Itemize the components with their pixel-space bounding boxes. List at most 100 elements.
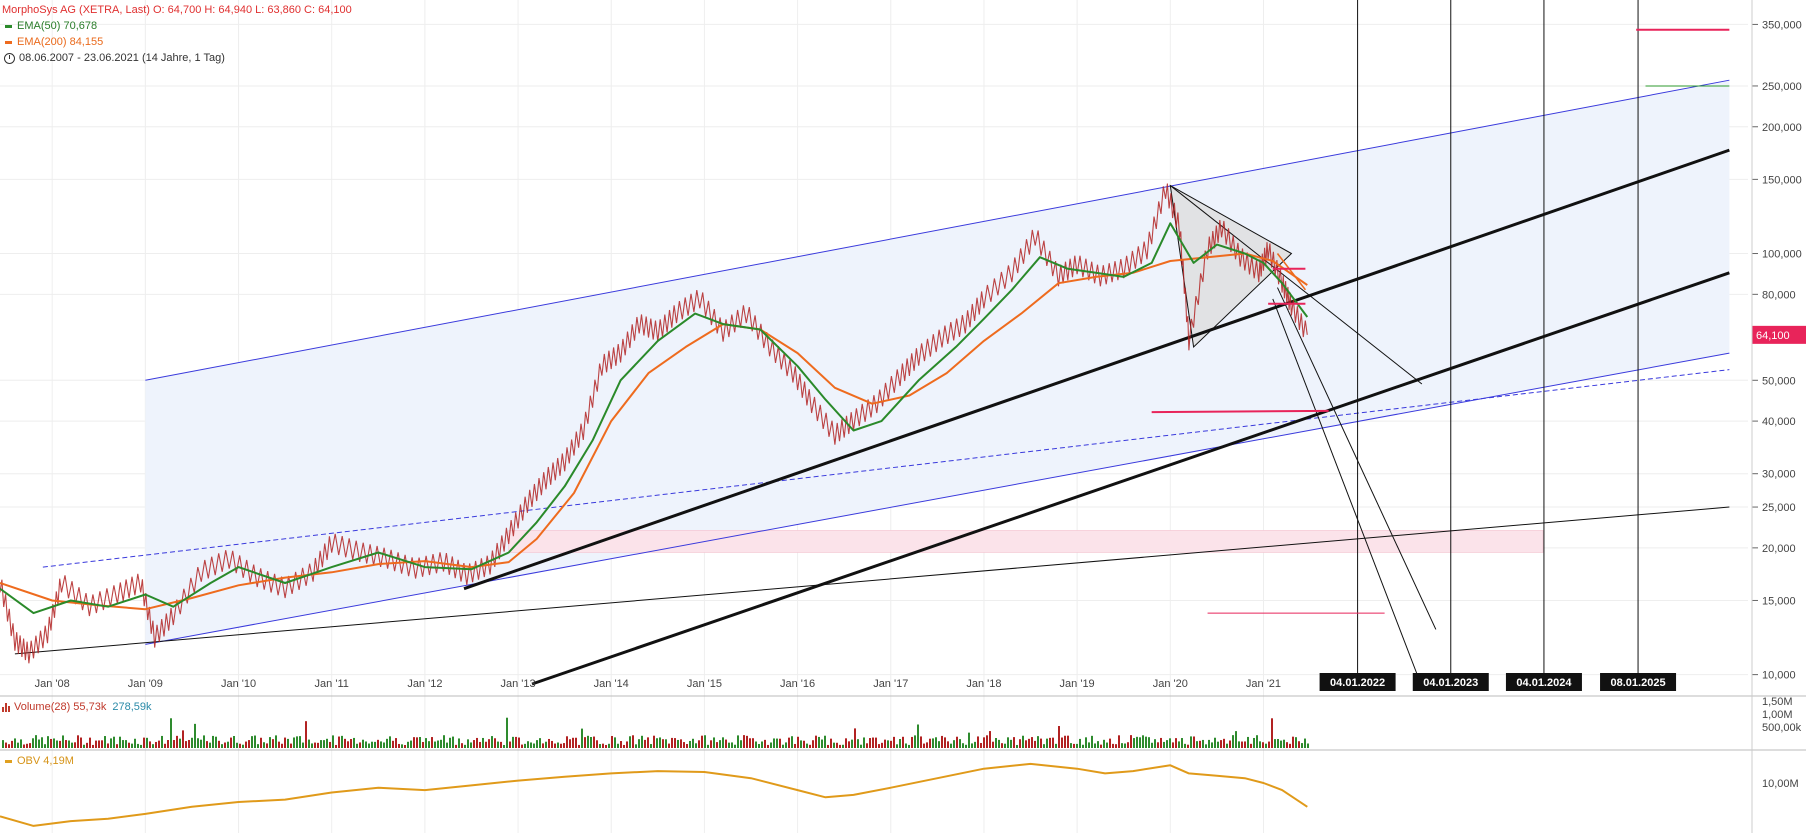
volume-bar (158, 740, 160, 748)
volume-bar (371, 741, 373, 748)
volume-bar (311, 743, 313, 748)
volume-bar (398, 743, 400, 748)
volume-bar (395, 738, 397, 748)
volume-bar (203, 735, 205, 748)
volume-bar (593, 736, 595, 748)
volume-bar (983, 737, 985, 748)
volume-bar (914, 735, 916, 748)
volume-bar (1241, 741, 1243, 748)
volume-bar (662, 739, 664, 748)
volume-bar (437, 740, 439, 748)
volume-bar (215, 736, 217, 748)
volume-bar (326, 738, 328, 748)
volume-bar (707, 744, 709, 748)
volume-bar (359, 742, 361, 748)
volume-bar (941, 735, 943, 748)
y-tick-label: 200,000 (1762, 122, 1802, 134)
volume-bar (353, 737, 355, 748)
volume-bar (1145, 736, 1147, 748)
volume-bar (173, 740, 175, 748)
volume-bar (482, 737, 484, 748)
volume-bar (716, 742, 718, 748)
volume-bar (209, 742, 211, 748)
volume-bar (1193, 736, 1195, 748)
volume-bar (365, 741, 367, 748)
volume-bar (476, 737, 478, 748)
volume-bar (449, 737, 451, 748)
obv-label: OBV 4,19M (17, 755, 74, 767)
volume-bar (344, 738, 346, 748)
volume-bar (965, 744, 967, 748)
volume-bar (896, 744, 898, 748)
volume-bar (341, 735, 343, 748)
volume-bar (383, 742, 385, 748)
volume-bar (314, 742, 316, 748)
volume-bar (218, 740, 220, 748)
volume-bar (1250, 743, 1252, 748)
volume-bar (1157, 742, 1159, 748)
volume-bar (1106, 742, 1108, 748)
volume-bar (1196, 741, 1198, 748)
volume-bar (869, 738, 871, 748)
volume-bar (512, 736, 514, 748)
volume-bar (770, 742, 772, 748)
volume-bar (1118, 735, 1120, 748)
volume-bar (248, 740, 250, 748)
volume-bar (836, 742, 838, 748)
volume-bar (1253, 737, 1255, 748)
volume-bar (179, 738, 181, 748)
volume-bar (857, 739, 859, 748)
volume-bar (122, 740, 124, 748)
volume-bar (767, 744, 769, 748)
stock-chart[interactable]: 350,000 250,000 200,000 150,000 100,000 80,00… (0, 0, 1806, 833)
volume-bar (986, 735, 988, 748)
volume-bar (1037, 736, 1039, 748)
volume-bar (44, 744, 46, 748)
volume-bar (380, 741, 382, 748)
volume-bar (410, 740, 412, 748)
volume-bar (509, 741, 511, 748)
volume-bar (323, 740, 325, 748)
volume-bar (566, 736, 568, 748)
volume-bar (1280, 740, 1282, 748)
volume-bar (1214, 737, 1216, 748)
volume-bar (491, 736, 493, 748)
x-tick-label: Jan '13 (500, 678, 535, 690)
volume-bar (617, 743, 619, 748)
volume-bar (1277, 739, 1279, 748)
volume-bar (89, 737, 91, 748)
x-tick-label: Jan '08 (35, 678, 70, 690)
volume-bar (416, 737, 418, 748)
volume-bar (782, 744, 784, 748)
volume-bar (1040, 738, 1042, 748)
ema200-label: EMA(200) 84,155 (17, 36, 104, 48)
x-tick-label: Jan '18 (966, 678, 1001, 690)
volume-bar (254, 735, 256, 748)
volume-bar (362, 739, 364, 748)
volume-bar (635, 744, 637, 748)
volume-bar (938, 741, 940, 748)
volume-bar (614, 737, 616, 748)
volume-bar (533, 743, 535, 748)
volume-bar (1019, 739, 1021, 748)
volume-bar (905, 743, 907, 748)
volume-bar (1067, 735, 1069, 748)
volume-bar (11, 740, 13, 748)
volume-bar (1103, 739, 1105, 748)
volume-bar (59, 740, 61, 748)
volume-bar (86, 742, 88, 748)
volume-bar (740, 740, 742, 748)
volume-average-label: 278,59k (112, 701, 152, 713)
volume-bar (272, 739, 274, 748)
volume-bar (1034, 740, 1036, 748)
volume-bar (731, 742, 733, 748)
volume-bar (581, 728, 583, 748)
volume-bar (686, 744, 688, 748)
volume-bar (1127, 742, 1129, 748)
volume-bar (737, 735, 739, 748)
volume-bar (761, 741, 763, 748)
date-marker-label: 04.01.2023 (1423, 677, 1478, 689)
volume-bar (605, 744, 607, 748)
volume-bar (1070, 743, 1072, 748)
volume-bar (275, 735, 277, 748)
